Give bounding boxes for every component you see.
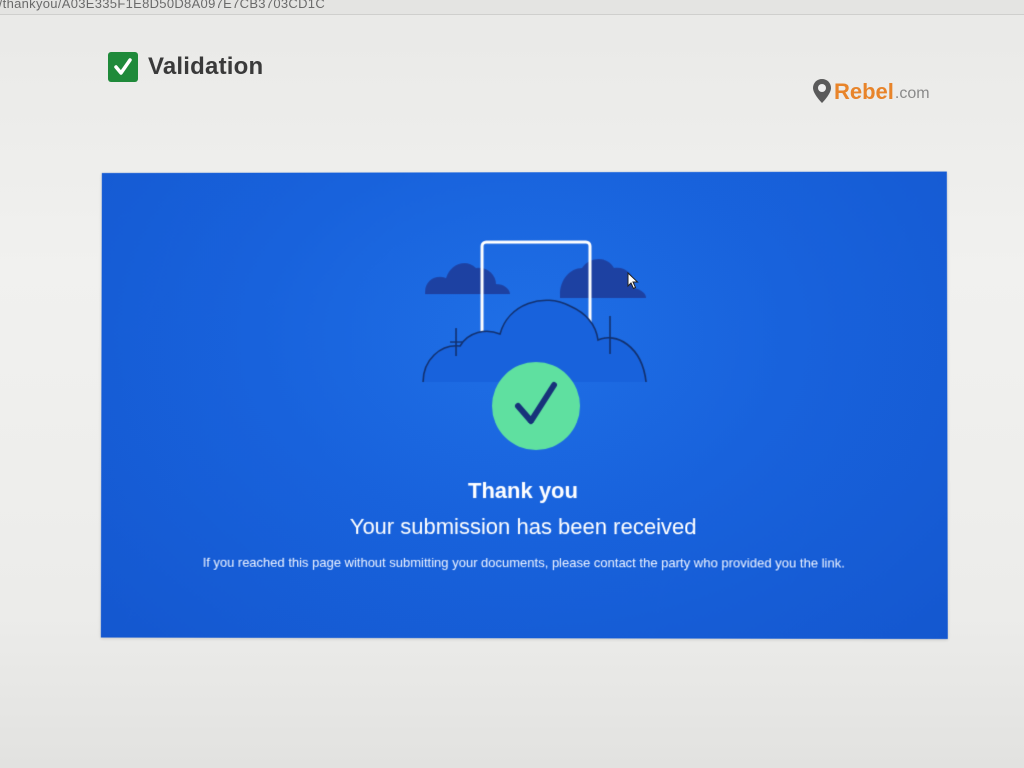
submission-received-text: Your submission has been received bbox=[349, 513, 697, 540]
url-text[interactable]: …com/thankyou/A03E335F1E8D50D8A097E7CB37… bbox=[0, 0, 325, 11]
confirmation-panel: Thank you Your submission has been recei… bbox=[100, 171, 948, 640]
mouse-cursor-icon bbox=[627, 272, 639, 290]
check-circle-icon bbox=[492, 362, 580, 450]
thank-you-heading: Thank you bbox=[467, 477, 579, 504]
partner-domain-suffix: .com bbox=[894, 85, 930, 102]
check-icon bbox=[108, 52, 138, 82]
map-pin-icon bbox=[813, 79, 831, 103]
screen: …com/thankyou/A03E335F1E8D50D8A097E7CB37… bbox=[0, 0, 1024, 768]
brand-logo: Validation bbox=[108, 52, 263, 82]
partner-logo: Rebel .com bbox=[812, 78, 930, 104]
cloud-document-illustration bbox=[422, 240, 647, 450]
address-bar[interactable]: …com/thankyou/A03E335F1E8D50D8A097E7CB37… bbox=[0, 0, 1024, 15]
brand-title: Validation bbox=[148, 53, 264, 80]
partner-name: Rebel bbox=[834, 79, 894, 104]
contact-note: If you reached this page without submitt… bbox=[202, 554, 845, 571]
